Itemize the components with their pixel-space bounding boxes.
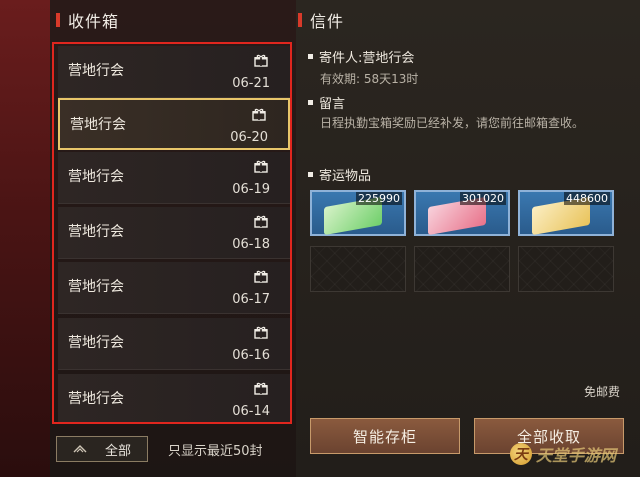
inbox-item[interactable]: 营地行会 06-19 bbox=[58, 152, 290, 204]
filter-label: 全部 bbox=[104, 443, 131, 459]
chevron-up-icon bbox=[73, 442, 87, 456]
bullet-square-icon bbox=[308, 100, 313, 105]
empty-slot bbox=[310, 246, 406, 292]
empty-slot bbox=[414, 246, 510, 292]
attachment-count: 448600 bbox=[564, 192, 610, 205]
gift-icon bbox=[254, 160, 268, 173]
inbox-item-sender: 营地行会 bbox=[68, 169, 124, 185]
bullet-square-icon bbox=[308, 172, 313, 177]
inbox-item-date: 06-17 bbox=[232, 292, 270, 307]
inbox-item-sender: 营地行会 bbox=[68, 279, 124, 295]
inbox-item[interactable]: 营地行会 06-18 bbox=[58, 207, 290, 259]
inbox-item-sender: 营地行会 bbox=[70, 117, 126, 133]
gift-icon bbox=[254, 270, 268, 283]
sender-row: 寄件人:营地行会 bbox=[308, 47, 414, 66]
gift-icon bbox=[254, 326, 268, 339]
inbox-list[interactable]: 营地行会 06-21 营地行会 06-20 营地行会 06-19 营地行会 06… bbox=[52, 42, 292, 424]
left-background-edge bbox=[0, 0, 50, 477]
inbox-item-date: 06-21 bbox=[232, 76, 270, 91]
message-label: 留言 bbox=[319, 97, 346, 112]
inbox-item-selected[interactable]: 营地行会 06-20 bbox=[58, 98, 290, 150]
inbox-title-label: 收件箱 bbox=[68, 12, 120, 31]
smart-storage-label: 智能存柜 bbox=[352, 427, 417, 446]
inbox-item-sender: 营地行会 bbox=[68, 224, 124, 240]
inbox-item-sender: 营地行会 bbox=[68, 63, 124, 79]
attachment-count: 225990 bbox=[356, 192, 402, 205]
inbox-item-sender: 营地行会 bbox=[68, 391, 124, 407]
title-marker bbox=[298, 13, 302, 27]
inbox-item-date: 06-20 bbox=[230, 130, 268, 145]
inbox-limit-note: 只显示最近50封 bbox=[168, 444, 263, 459]
gift-icon bbox=[252, 108, 266, 121]
inbox-item-sender: 营地行会 bbox=[68, 335, 124, 351]
attachments-label: 寄运物品 bbox=[319, 169, 372, 184]
inbox-title: 收件箱 bbox=[56, 8, 119, 32]
bullet-square-icon bbox=[308, 54, 313, 59]
empty-slot bbox=[518, 246, 614, 292]
attachment-count: 301020 bbox=[460, 192, 506, 205]
watermark-text: 天堂手游网 bbox=[536, 446, 617, 465]
inbox-item-date: 06-18 bbox=[232, 237, 270, 252]
mail-title-label: 信件 bbox=[310, 12, 345, 31]
mail-sender: 寄件人:营地行会 bbox=[319, 51, 415, 66]
inbox-item[interactable]: 营地行会 06-17 bbox=[58, 262, 290, 314]
free-postage-label: 免邮费 bbox=[584, 385, 621, 399]
inbox-item-date: 06-14 bbox=[232, 404, 270, 419]
inbox-item-date: 06-16 bbox=[232, 348, 270, 363]
mail-message-text: 日程执勤宝箱奖励已经补发，请您前往邮箱查收。 bbox=[320, 116, 585, 130]
title-marker bbox=[56, 13, 60, 27]
attachments-row: 寄运物品 bbox=[308, 165, 371, 184]
watermark-logo-icon: 天 bbox=[510, 443, 532, 465]
filter-all-button[interactable]: 全部 bbox=[56, 436, 148, 462]
gift-icon bbox=[254, 54, 268, 67]
gift-icon bbox=[254, 215, 268, 228]
message-row: 留言 bbox=[308, 93, 345, 112]
smart-storage-button[interactable]: 智能存柜 bbox=[310, 418, 460, 454]
inbox-item[interactable]: 营地行会 06-16 bbox=[58, 318, 290, 370]
site-watermark: 天 天堂手游网 bbox=[510, 442, 616, 466]
mail-validity: 有效期: 58天13时 bbox=[320, 72, 419, 86]
attachment-slot[interactable]: 225990 bbox=[310, 190, 406, 236]
attachment-slot[interactable]: 301020 bbox=[414, 190, 510, 236]
gift-icon bbox=[254, 382, 268, 395]
inbox-item-date: 06-19 bbox=[232, 182, 270, 197]
inbox-item[interactable]: 营地行会 06-14 bbox=[58, 374, 290, 422]
mail-title: 信件 bbox=[298, 8, 344, 32]
attachment-slot[interactable]: 448600 bbox=[518, 190, 614, 236]
inbox-item[interactable]: 营地行会 06-21 bbox=[58, 46, 290, 98]
